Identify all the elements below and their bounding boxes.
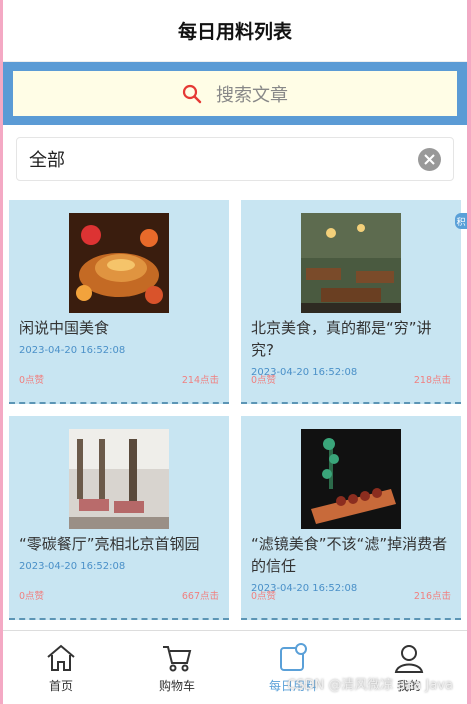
tab-cart[interactable]: 购物车 xyxy=(119,631,235,704)
search-input[interactable]: 搜索文章 xyxy=(13,71,457,116)
csdn-watermark: CSDN @清风微凉 aaa Java xyxy=(287,678,453,693)
tab-cart-label: 购物车 xyxy=(158,678,195,693)
cart-icon xyxy=(163,645,192,671)
likes-count: 0点赞 xyxy=(19,375,45,386)
clicks-count: 218点击 xyxy=(413,375,451,386)
user-icon xyxy=(394,644,424,673)
article-thumbnail xyxy=(301,213,401,313)
tab-profile[interactable]: 我的 xyxy=(351,631,467,704)
article-card[interactable]: 北京美食，真的都是“穷”讲究? 2023-04-20 16:52:08 0点赞 … xyxy=(241,200,461,404)
article-title: 闲说中国美食 xyxy=(19,319,110,337)
likes-count: 0点赞 xyxy=(251,591,277,602)
article-card[interactable]: “滤镜美食”不该“滤”掉消费者的信任 2023-04-20 16:52:08 0… xyxy=(241,416,461,620)
clicks-count: 216点击 xyxy=(413,591,451,602)
tab-home-label: 首页 xyxy=(48,678,73,693)
article-title: “零碳餐厅”亮相北京首钢园 xyxy=(19,535,200,553)
page-title: 每日用料列表 xyxy=(177,21,292,43)
search-icon xyxy=(182,84,202,104)
likes-count: 0点赞 xyxy=(251,375,277,386)
tab-daily[interactable]: 每日用料 xyxy=(235,631,351,704)
article-card[interactable]: “零碳餐厅”亮相北京首钢园 2023-04-20 16:52:08 0点赞 66… xyxy=(9,416,229,620)
article-card[interactable]: 闲说中国美食 2023-04-20 16:52:08 0点赞 214点击 xyxy=(9,200,229,404)
article-date: 2023-04-20 16:52:08 xyxy=(19,561,126,572)
clear-icon[interactable] xyxy=(418,147,441,171)
tab-home[interactable]: 首页 xyxy=(3,631,119,704)
article-thumbnail xyxy=(69,429,169,529)
clicks-count: 214点击 xyxy=(181,375,219,386)
article-grid: 闲说中国美食 2023-04-20 16:52:08 0点赞 214点击 北京美… xyxy=(9,200,461,620)
page-header: 每日用料列表 xyxy=(3,0,467,62)
filter-value: 全部 xyxy=(29,150,65,171)
daily-materials-icon xyxy=(280,642,307,671)
home-icon xyxy=(47,644,75,671)
clicks-count: 667点击 xyxy=(181,591,219,602)
article-thumbnail xyxy=(301,429,401,529)
filter-field[interactable]: 全部 xyxy=(16,137,454,181)
article-title: 北京美食，真的都是“穷”讲究? xyxy=(251,319,432,359)
search-bar: 搜索文章 xyxy=(3,62,467,125)
article-title: “滤镜美食”不该“滤”掉消费者的信任 xyxy=(251,535,448,575)
likes-count: 0点赞 xyxy=(19,591,45,602)
floating-tool-tab[interactable]: 积 xyxy=(455,213,467,229)
app-screen: 每日用料列表 搜索文章 全部 闲说中国美食 2023-04-20 16:52:0… xyxy=(3,0,467,704)
article-thumbnail xyxy=(69,213,169,313)
search-placeholder: 搜索文章 xyxy=(216,84,288,106)
article-date: 2023-04-20 16:52:08 xyxy=(19,345,126,356)
